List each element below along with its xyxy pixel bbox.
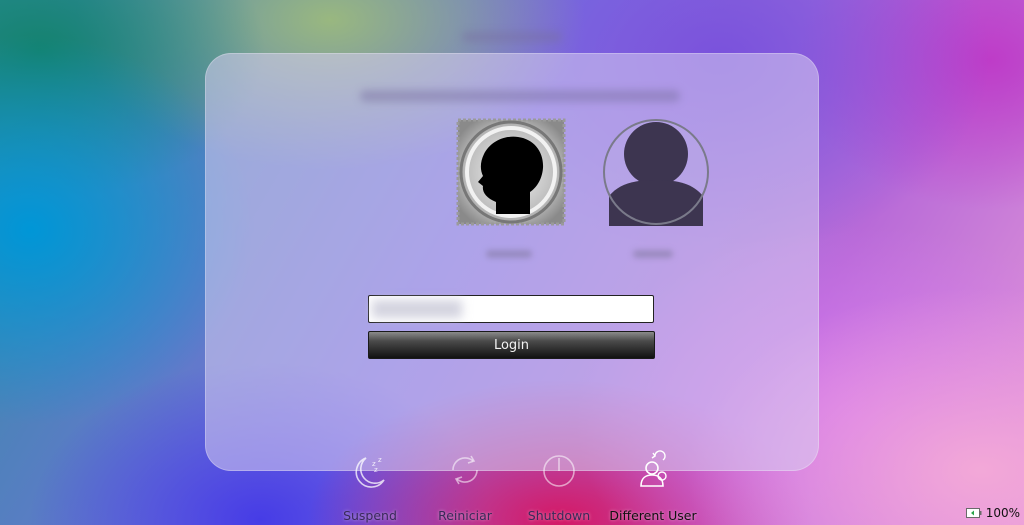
restart-label: Reiniciar bbox=[438, 508, 492, 523]
battery-icon bbox=[965, 508, 982, 518]
switch-user-icon bbox=[640, 450, 667, 487]
svg-text:z: z bbox=[378, 456, 382, 464]
generic-user-avatar-icon bbox=[603, 119, 709, 226]
greeting-blurred bbox=[360, 90, 680, 102]
login-panel bbox=[205, 53, 819, 471]
user-name bbox=[633, 250, 673, 258]
password-input[interactable] bbox=[368, 295, 654, 323]
shutdown-button[interactable]: Shutdown bbox=[509, 450, 609, 523]
battery-status: 100% bbox=[965, 505, 1020, 521]
power-icon bbox=[543, 455, 575, 487]
different-user-button[interactable]: Different User bbox=[603, 450, 703, 523]
battery-percent: 100% bbox=[985, 506, 1020, 520]
head-silhouette-avatar-icon bbox=[456, 118, 566, 226]
hostname-blurred bbox=[462, 32, 562, 42]
restart-button[interactable]: Reiniciar bbox=[415, 450, 515, 523]
restart-icon bbox=[452, 455, 478, 485]
svg-text:z: z bbox=[374, 466, 378, 474]
shutdown-label: Shutdown bbox=[527, 508, 591, 523]
suspend-button[interactable]: z z z Suspend bbox=[320, 450, 420, 523]
user-card[interactable] bbox=[601, 118, 711, 258]
suspend-label: Suspend bbox=[343, 508, 397, 523]
different-user-label: Different User bbox=[609, 508, 697, 523]
moon-sleep-icon: z z z bbox=[355, 456, 385, 488]
user-name bbox=[486, 250, 532, 258]
login-button[interactable]: Login bbox=[368, 331, 655, 359]
user-card[interactable] bbox=[456, 118, 566, 258]
login-screen: Login z z z Suspend Reiniciar Shutdown D… bbox=[0, 0, 1024, 525]
